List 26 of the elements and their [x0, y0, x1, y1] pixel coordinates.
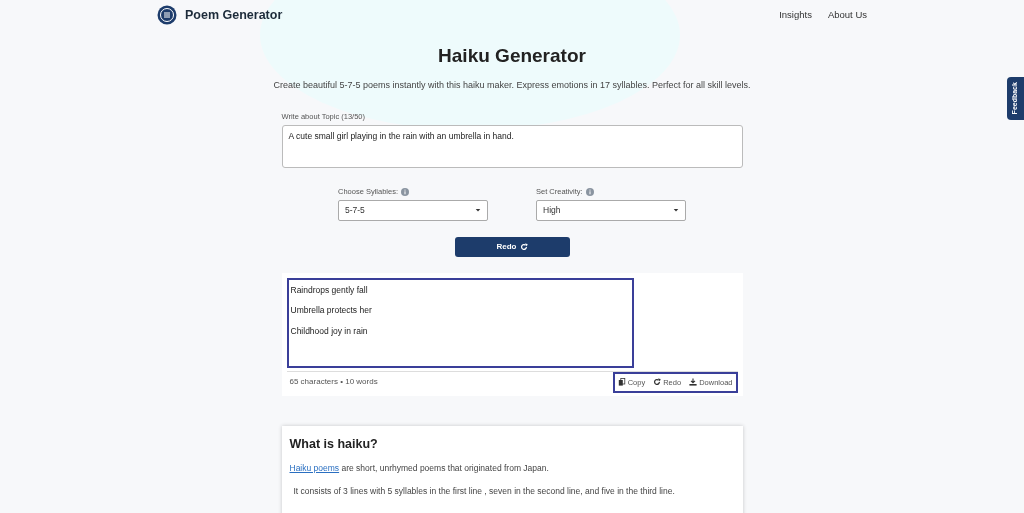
caret-icon [673, 207, 679, 213]
nav-link[interactable]: About Us [827, 7, 867, 23]
redo-icon [653, 378, 662, 387]
info-icon [585, 187, 594, 196]
poem-line: Umbrella protects her [290, 304, 373, 317]
dropdown[interactable]: 5-7-5 [338, 199, 488, 221]
logo-icon [157, 5, 177, 25]
page-subtitle: Create beautiful 5-7-5 poems instantly with this haiku maker. Express emotions in 17 syllables. Perfect for all skill levels. [272, 78, 752, 92]
card-paragraph: It consists of 3 lines with 5 syllables in the first line , seven in the second line, and five in the third line. [292, 485, 676, 498]
text-link[interactable]: Haiku poems [289, 462, 340, 473]
poem-line: Raindrops gently fall [290, 283, 369, 297]
card-heading: What is haiku? [289, 435, 379, 453]
card-paragraph: Haiku poems are short, unrhymed poems that originated from Japan. [289, 461, 550, 475]
poem-line: Childhood joy in rain [290, 325, 369, 338]
redo-icon [519, 242, 528, 251]
brand-name[interactable]: Poem Generator [185, 5, 283, 25]
download-icon [689, 378, 698, 387]
topic-field[interactable]: A cute small girl playing in the rain with an umbrella in hand. [281, 125, 743, 169]
info-icon [401, 187, 410, 196]
redo-button[interactable]: Redo [454, 236, 570, 257]
nav-link[interactable]: Insights [779, 7, 812, 23]
caret-icon [475, 207, 481, 213]
page-title: Haiku Generator [437, 44, 587, 68]
stats-text: 65 characters • 10 words [288, 376, 378, 389]
copy-icon [617, 378, 626, 387]
dropdown[interactable]: High [536, 199, 686, 221]
